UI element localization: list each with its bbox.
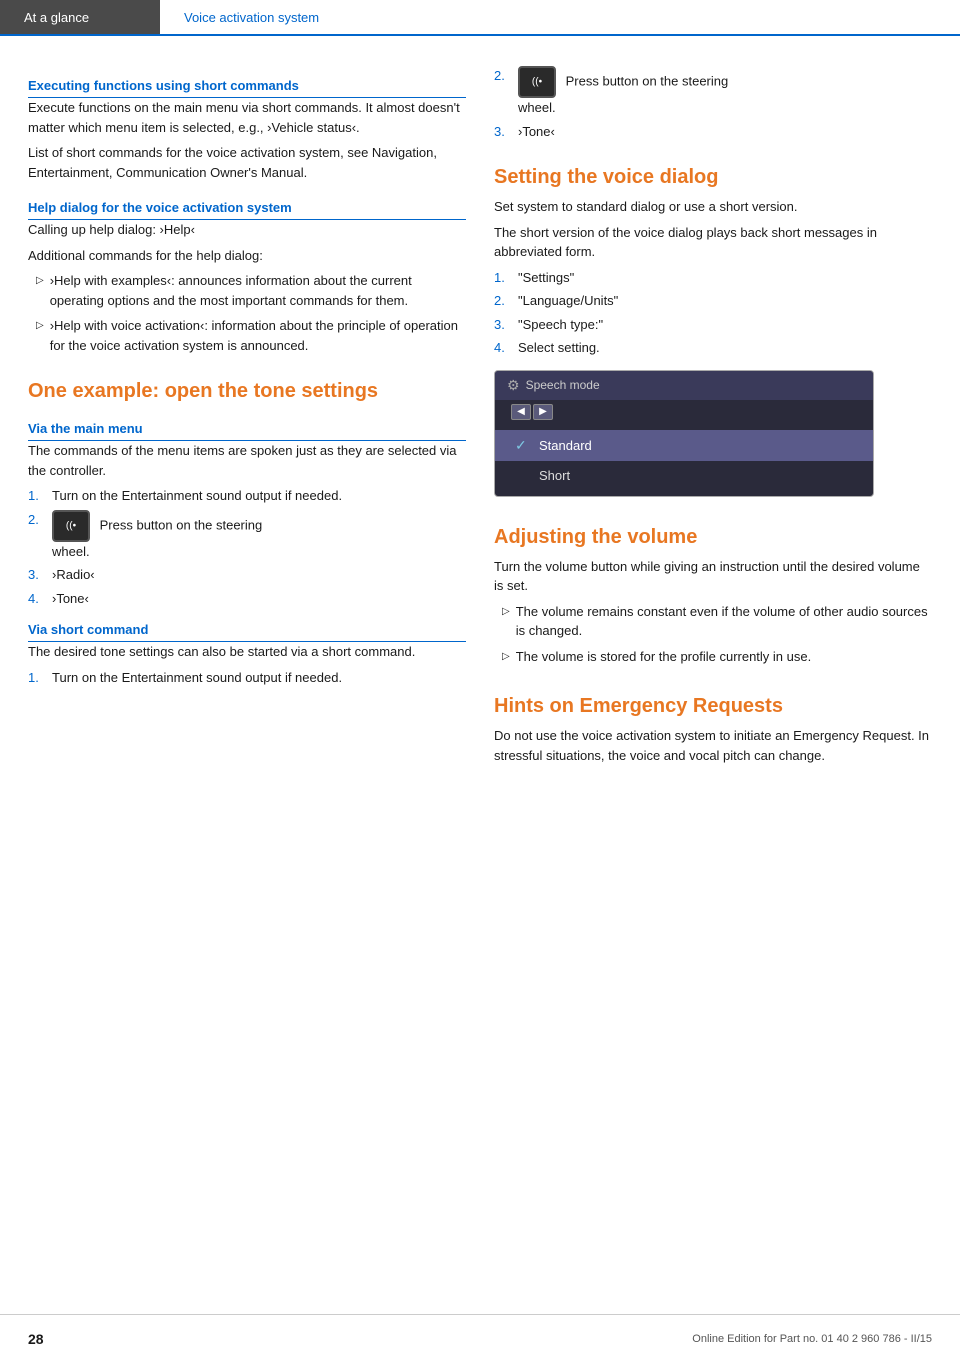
right-steps-top: 2. Press button on the steering wheel. 3… xyxy=(494,66,932,141)
voice-step-1: 1. "Settings" xyxy=(494,268,932,288)
section1-heading: Executing functions using short commands xyxy=(28,78,466,93)
speech-option-short[interactable]: Short xyxy=(495,461,873,490)
footer-info: Online Edition for Part no. 01 40 2 960 … xyxy=(692,1333,932,1345)
emergency-heading: Hints on Emergency Requests xyxy=(494,694,932,718)
step-main-1: 1. Turn on the Entertainment sound outpu… xyxy=(28,486,466,506)
bullet-item-1: ›Help with examples‹: announces informat… xyxy=(28,271,466,310)
section-executing-functions: Executing functions using short commands… xyxy=(28,78,466,182)
section2-para1: Calling up help dialog: ›Help‹ xyxy=(28,220,466,240)
voice-step-3: 3. "Speech type:" xyxy=(494,315,932,335)
step2-continuation: 2. Press button on the steering wheel. 3… xyxy=(494,66,932,141)
section2-para2: Additional commands for the help dialog: xyxy=(28,246,466,266)
volume-bullets: The volume remains constant even if the … xyxy=(494,602,932,667)
speech-mode-box: ⚙ Speech mode ◀ ▶ ✓ Standard Short xyxy=(494,370,874,497)
volume-bullet-1: The volume remains constant even if the … xyxy=(494,602,932,641)
checkmark-icon: ✓ xyxy=(515,437,531,454)
controller-arrows: ◀ ▶ xyxy=(511,404,873,420)
section2-bullets: ›Help with examples‹: announces informat… xyxy=(28,271,466,355)
right-column: 2. Press button on the steering wheel. 3… xyxy=(494,60,932,771)
section3-heading: One example: open the tone settings xyxy=(28,379,466,403)
section-emergency-requests: Hints on Emergency Requests Do not use t… xyxy=(494,694,932,765)
volume-bullet-2: The volume is stored for the profile cur… xyxy=(494,647,932,667)
step-main-2: 2. Press button on the steering wheel. xyxy=(28,510,466,562)
section3-steps-main: 1. Turn on the Entertainment sound outpu… xyxy=(28,486,466,608)
steering-wheel-icon xyxy=(52,510,90,542)
voice-dialog-para2: The short version of the voice dialog pl… xyxy=(494,223,932,262)
main-content: Executing functions using short commands… xyxy=(0,36,960,831)
section3-steps-short: 1. Turn on the Entertainment sound outpu… xyxy=(28,668,466,688)
bullet-item-2: ›Help with voice activation‹: informatio… xyxy=(28,316,466,355)
page-footer: 28 Online Edition for Part no. 01 40 2 9… xyxy=(0,1314,960,1362)
voice-dialog-heading: Setting the voice dialog xyxy=(494,165,932,189)
voice-step-2: 2. "Language/Units" xyxy=(494,291,932,311)
page-header: At a glance Voice activation system xyxy=(0,0,960,36)
adjusting-volume-heading: Adjusting the volume xyxy=(494,525,932,549)
section-adjusting-volume: Adjusting the volume Turn the volume but… xyxy=(494,525,932,667)
section-voice-dialog: Setting the voice dialog Set system to s… xyxy=(494,165,932,497)
section3-para1: The commands of the menu items are spoke… xyxy=(28,441,466,480)
voice-dialog-para1: Set system to standard dialog or use a s… xyxy=(494,197,932,217)
speech-option-short-label: Short xyxy=(539,468,570,483)
speech-option-standard[interactable]: ✓ Standard xyxy=(495,430,873,461)
speech-mode-options: ✓ Standard Short xyxy=(495,424,873,496)
page-number: 28 xyxy=(28,1331,44,1347)
section3-subheading1: Via the main menu xyxy=(28,421,466,436)
speech-mode-title: Speech mode xyxy=(526,378,600,392)
voice-step-4: 4. Select setting. xyxy=(494,338,932,358)
step-main-3: 3. ›Radio‹ xyxy=(28,565,466,585)
step-main-4: 4. ›Tone‹ xyxy=(28,589,466,609)
step-short-1: 1. Turn on the Entertainment sound outpu… xyxy=(28,668,466,688)
header-left-label: At a glance xyxy=(24,10,89,25)
adjusting-volume-para1: Turn the volume button while giving an i… xyxy=(494,557,932,596)
speech-mode-title-bar: ⚙ Speech mode xyxy=(495,371,873,400)
steering-wheel-icon-right xyxy=(518,66,556,98)
section1-para1: Execute functions on the main menu via s… xyxy=(28,98,466,137)
header-section-left: At a glance xyxy=(0,0,160,34)
right-step-3: 3. ›Tone‹ xyxy=(494,122,932,142)
section2-heading: Help dialog for the voice activation sys… xyxy=(28,200,466,215)
section-help-dialog: Help dialog for the voice activation sys… xyxy=(28,200,466,355)
right-step-2: 2. Press button on the steering wheel. xyxy=(494,66,932,118)
header-section-right: Voice activation system xyxy=(160,0,960,34)
header-right-label: Voice activation system xyxy=(184,10,319,25)
section-one-example: One example: open the tone settings Via … xyxy=(28,379,466,687)
voice-dialog-steps: 1. "Settings" 2. "Language/Units" 3. "Sp… xyxy=(494,268,932,358)
section1-para2: List of short commands for the voice act… xyxy=(28,143,466,182)
section3-para2: The desired tone settings can also be st… xyxy=(28,642,466,662)
section3-subheading2: Via short command xyxy=(28,622,466,637)
left-column: Executing functions using short commands… xyxy=(28,60,466,771)
arrow-left-icon[interactable]: ◀ xyxy=(511,404,531,420)
emergency-para1: Do not use the voice activation system t… xyxy=(494,726,932,765)
speech-option-standard-label: Standard xyxy=(539,438,592,453)
arrow-right-icon[interactable]: ▶ xyxy=(533,404,553,420)
gear-icon: ⚙ xyxy=(507,377,520,394)
